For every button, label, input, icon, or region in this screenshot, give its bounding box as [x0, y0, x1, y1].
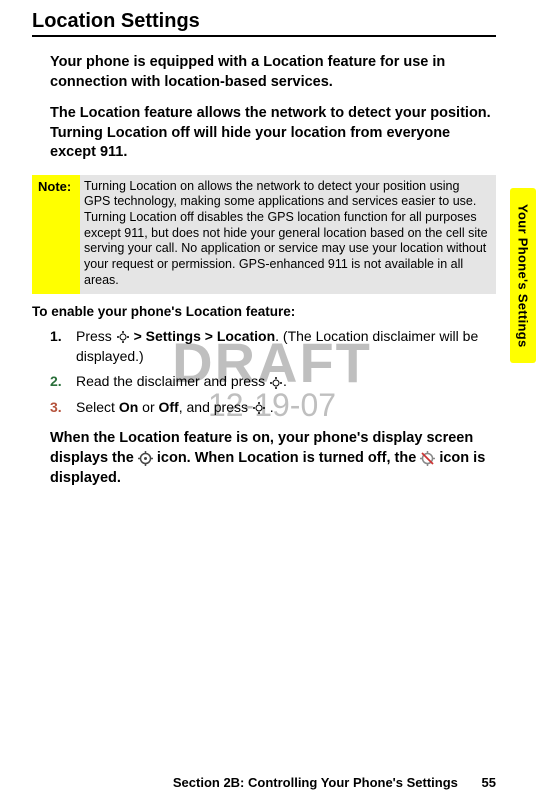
step-body: Read the disclaimer and press .	[76, 372, 496, 392]
note-box: Note: Turning Location on allows the net…	[32, 175, 496, 294]
nav-key-icon	[116, 330, 130, 344]
step-body: Press > Settings > Location. (The Locati…	[76, 327, 496, 366]
enable-subheading: To enable your phone's Location feature:	[32, 304, 496, 319]
side-tab: Your Phone's Settings	[510, 188, 536, 363]
step-number: 2.	[50, 372, 68, 392]
location-off-icon	[420, 451, 435, 466]
page-title: Location Settings	[32, 10, 496, 33]
step-1: 1. Press > Settings > Location. (The Loc…	[50, 327, 496, 366]
title-rule	[32, 35, 496, 37]
location-on-icon	[138, 451, 153, 466]
step-3: 3. Select On or Off, and press .	[50, 398, 496, 418]
page-footer: Section 2B: Controlling Your Phone's Set…	[173, 775, 496, 790]
nav-key-icon	[269, 376, 283, 390]
steps-list: 1. Press > Settings > Location. (The Loc…	[32, 327, 496, 417]
step-number: 1.	[50, 327, 68, 366]
note-label: Note:	[32, 175, 80, 294]
step-body: Select On or Off, and press .	[76, 398, 496, 418]
intro-paragraph-2: The Location feature allows the network …	[32, 104, 496, 163]
nav-key-icon	[252, 401, 266, 415]
footer-section: Section 2B: Controlling Your Phone's Set…	[173, 775, 458, 790]
intro-paragraph-1: Your phone is equipped with a Location f…	[32, 53, 496, 92]
step-2: 2. Read the disclaimer and press .	[50, 372, 496, 392]
footer-page-number: 55	[482, 775, 496, 790]
closing-paragraph: When the Location feature is on, your ph…	[32, 428, 496, 489]
side-tab-label: Your Phone's Settings	[516, 204, 531, 348]
step-number: 3.	[50, 398, 68, 418]
note-body: Turning Location on allows the network t…	[80, 175, 496, 294]
